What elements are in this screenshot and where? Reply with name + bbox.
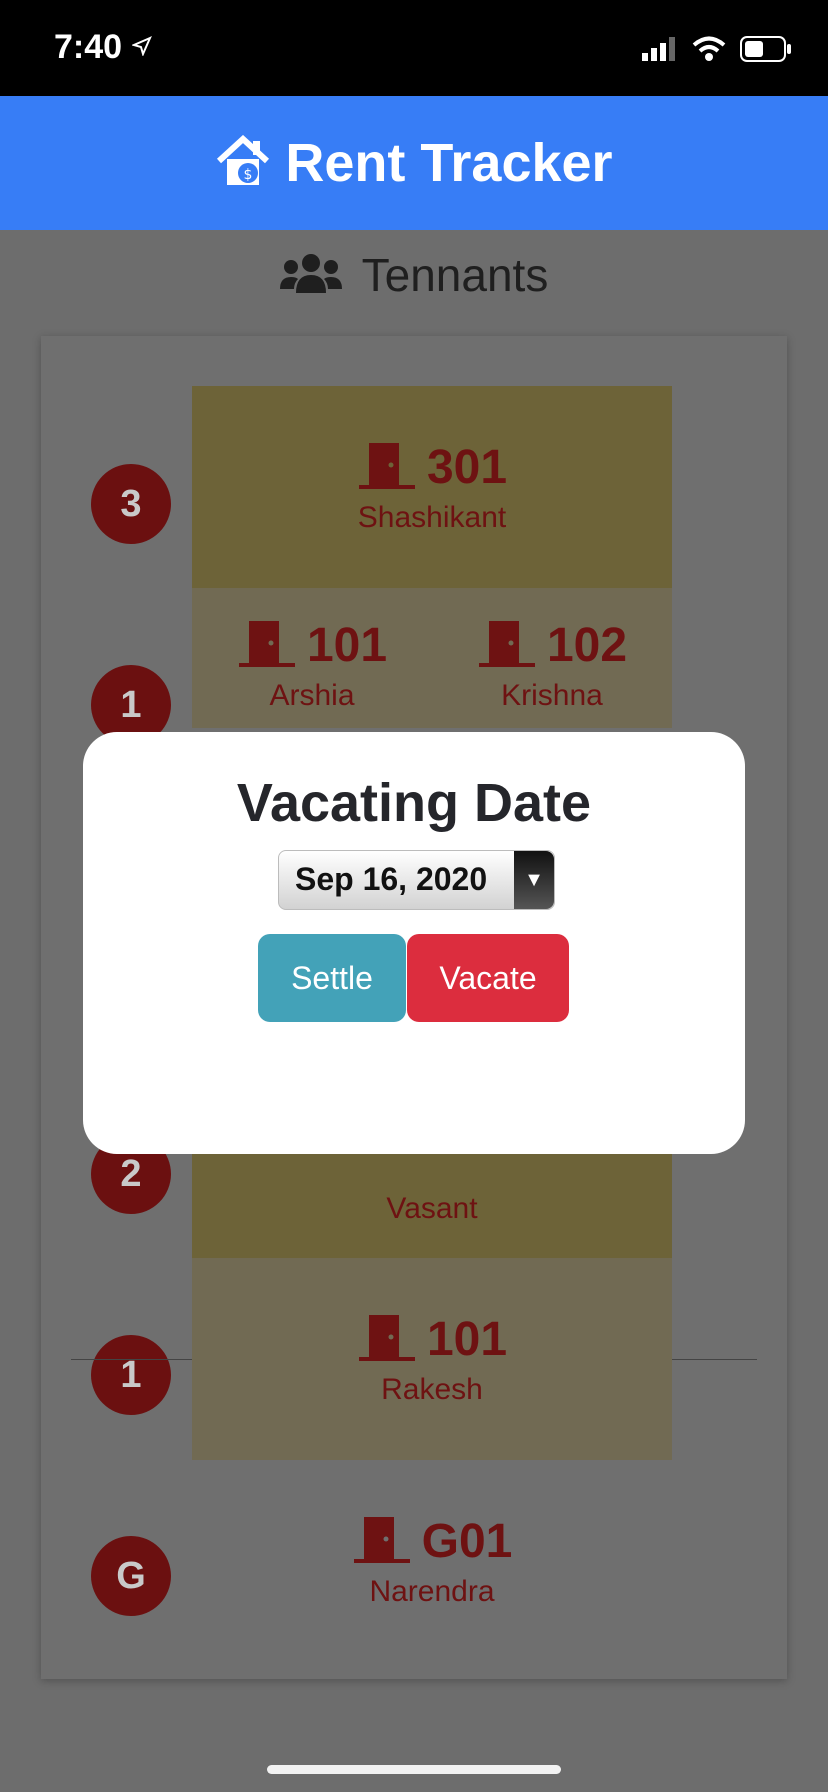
status-time: 7:40	[54, 28, 123, 66]
vacating-date-modal: Vacating Date Sep 16, 2020 ▼ Settle Vaca…	[83, 732, 745, 1154]
location-arrow-icon	[131, 36, 152, 61]
dropdown-arrow-icon[interactable]: ▼	[514, 851, 554, 909]
status-icons	[642, 36, 792, 67]
date-select[interactable]: Sep 16, 2020 ▼	[278, 850, 555, 910]
signal-icon	[642, 37, 678, 66]
unit-card[interactable]: Vasant	[192, 1154, 672, 1258]
floor-badge: 3	[91, 464, 171, 544]
unit-card[interactable]: 101 Rakesh	[192, 1258, 672, 1460]
door-icon	[357, 1313, 417, 1366]
date-value: Sep 16, 2020	[295, 861, 488, 897]
modal-title: Vacating Date	[236, 773, 592, 833]
floor-badge: 1	[91, 1335, 171, 1415]
tenant-name: Vasant	[386, 1192, 478, 1225]
battery-icon	[740, 36, 792, 67]
tenant-name: Krishna	[501, 679, 603, 712]
home-indicator[interactable]	[267, 1765, 561, 1774]
unit-card[interactable]: 301 Shashikant	[192, 386, 672, 588]
unit-number: 101	[306, 619, 388, 672]
door-icon	[357, 441, 417, 494]
unit-number: G01	[421, 1514, 513, 1568]
unit-number: 301	[426, 440, 508, 494]
house-dollar-icon: $	[215, 134, 271, 192]
unit-number: 101	[426, 1312, 508, 1366]
app-title: Rent Tracker	[285, 133, 613, 193]
tenant-name: Rakesh	[381, 1372, 483, 1406]
status-bar: 7:40	[0, 0, 828, 96]
floor-badge: G	[91, 1536, 171, 1616]
tenant-name: Shashikant	[357, 500, 507, 534]
unit-number: 102	[546, 619, 628, 672]
wifi-icon	[692, 36, 726, 67]
door-icon	[352, 1515, 412, 1568]
section-title: Tennants	[361, 249, 549, 301]
vacate-button[interactable]: Vacate	[407, 934, 569, 1022]
svg-text:$: $	[244, 167, 253, 183]
users-icon	[279, 251, 342, 300]
tenant-name: Arshia	[269, 679, 355, 712]
app-header: $ Rent Tracker	[0, 96, 828, 230]
unit-card[interactable]: G01 Narendra	[192, 1460, 672, 1662]
section-heading: Tennants	[0, 248, 828, 302]
unit-card[interactable]: 102 Krishna	[432, 588, 672, 728]
door-icon	[477, 619, 537, 672]
unit-card[interactable]: 101 Arshia	[192, 588, 432, 728]
door-icon	[237, 619, 297, 672]
settle-button[interactable]: Settle	[258, 934, 406, 1022]
tenant-name: Narendra	[369, 1574, 495, 1608]
